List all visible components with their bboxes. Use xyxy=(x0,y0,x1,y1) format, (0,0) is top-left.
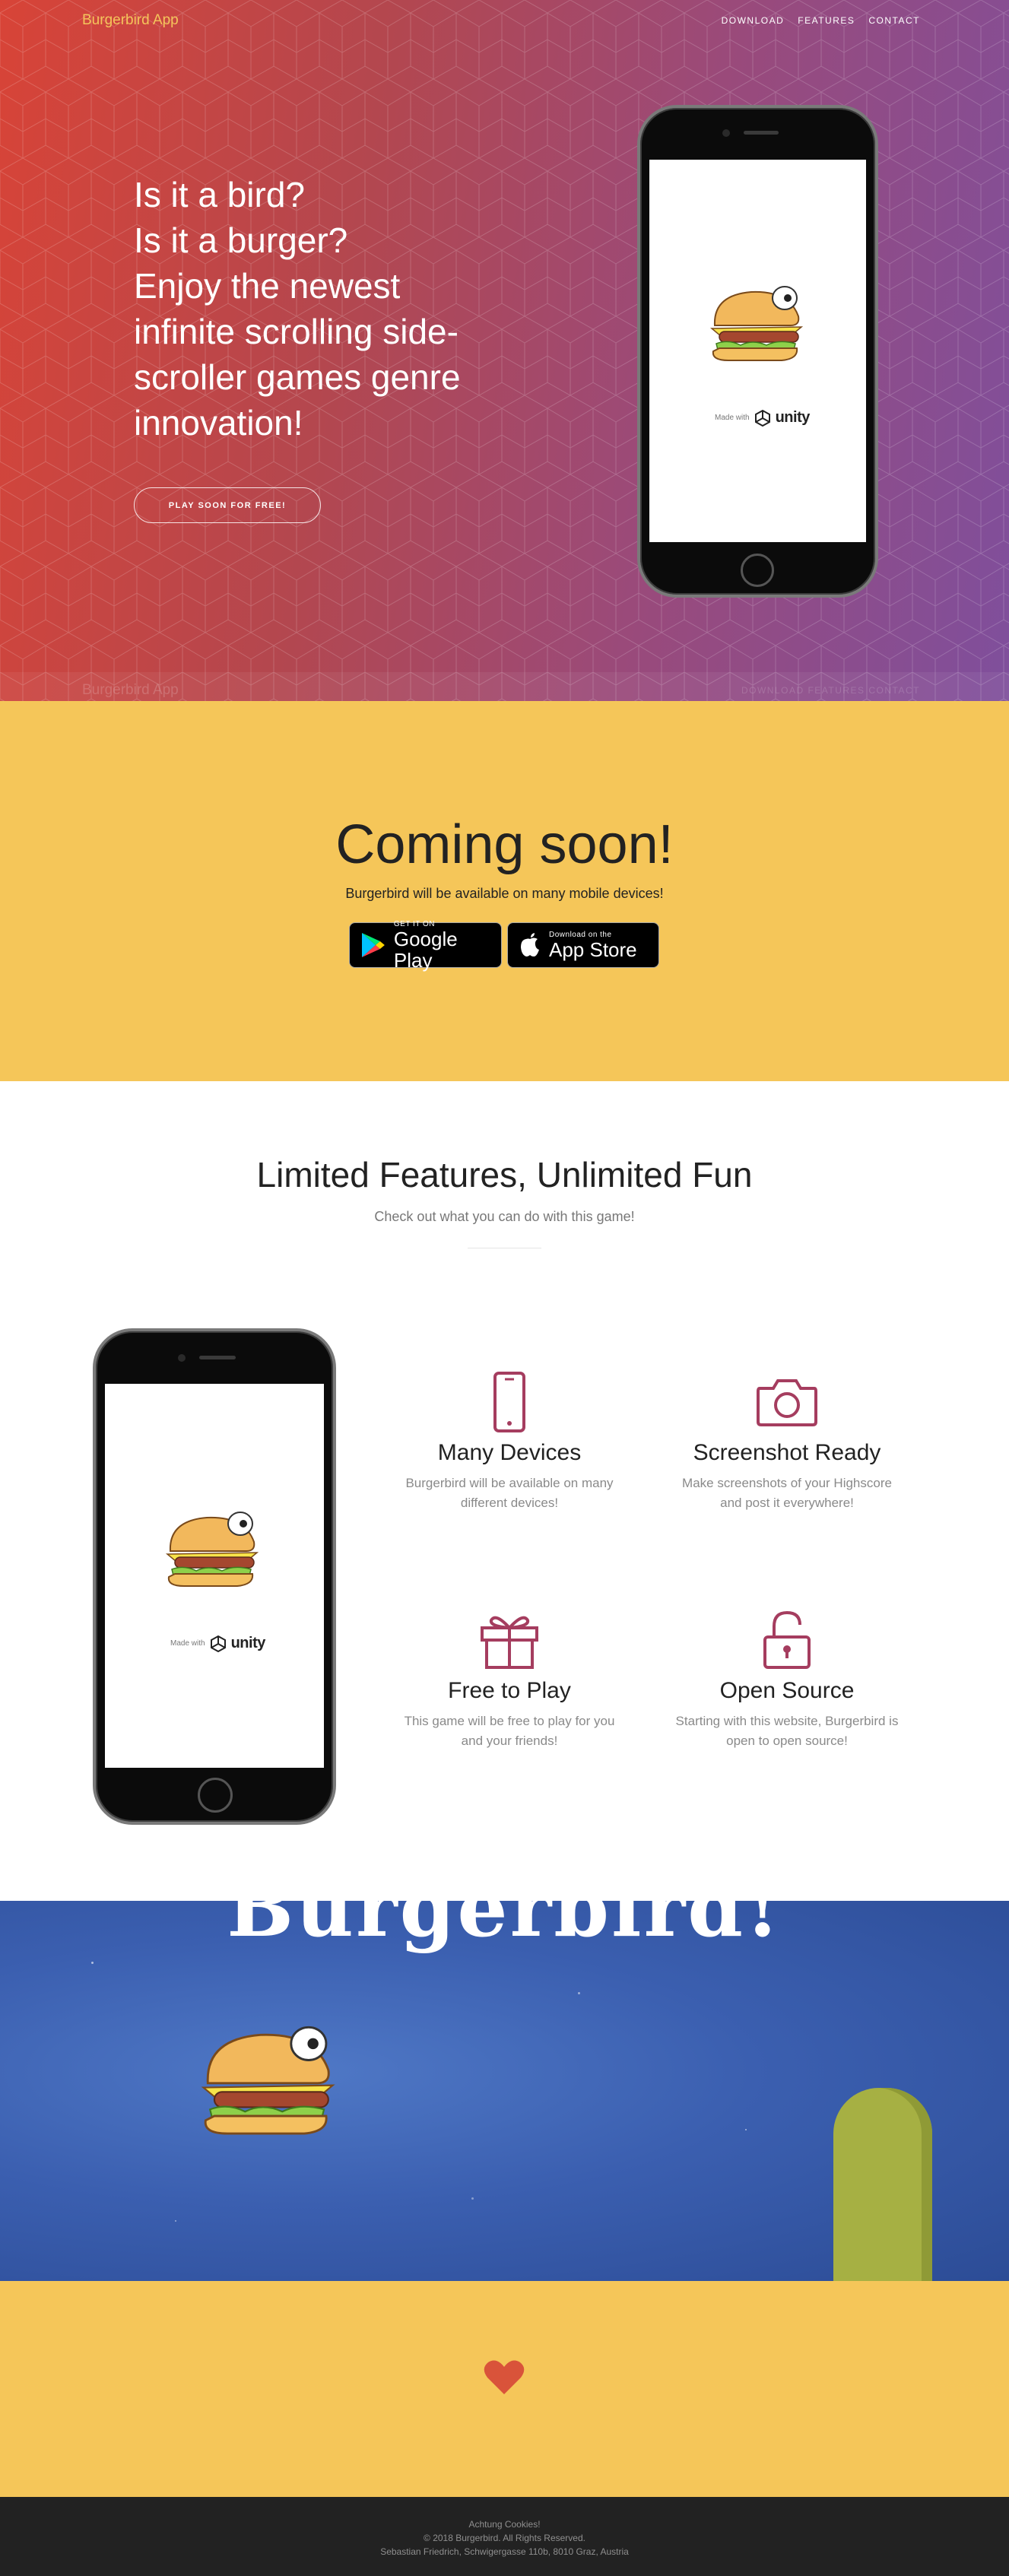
feature-text: Starting with this website, Burgerbird i… xyxy=(675,1714,899,1748)
made-with-label: Made with xyxy=(170,1639,205,1648)
phone-home-button xyxy=(198,1778,233,1813)
app-store-small-label: Download on the xyxy=(549,930,612,939)
phone-screen: Made with unity xyxy=(105,1384,324,1768)
phone-speaker xyxy=(744,131,779,135)
star-speck xyxy=(578,1992,580,1994)
google-play-button[interactable]: GET IT ON Google Play xyxy=(349,919,502,972)
hero-heading-line: infinite scrolling side- xyxy=(134,312,458,351)
hero-heading-line: Is it a burger? xyxy=(134,220,348,260)
feature-text: Burgerbird will be available on many dif… xyxy=(405,1476,614,1510)
pipe-obstacle xyxy=(833,2088,932,2281)
hero-heading: Is it a bird? Is it a burger? Enjoy the … xyxy=(134,172,499,446)
feature-text: This game will be free to play for you a… xyxy=(404,1714,615,1748)
camera-icon xyxy=(757,1379,817,1426)
nav-contact-link[interactable]: CONTACT xyxy=(868,15,920,26)
feature-free-to-play: Free to Play This game will be free to p… xyxy=(388,1610,631,1751)
heart-section xyxy=(0,2281,1009,2497)
star-speck xyxy=(175,2220,176,2222)
google-play-big-label: Google Play xyxy=(393,927,458,972)
top-navbar: Burgerbird App DOWNLOAD FEATURES CONTACT xyxy=(82,12,920,30)
hero-heading-line: Enjoy the newest xyxy=(134,266,401,306)
star-speck xyxy=(471,2197,474,2200)
app-store-button[interactable]: Download on the App Store xyxy=(507,922,659,968)
footer-cookies-link[interactable]: Achtung Cookies! xyxy=(0,2519,1009,2530)
download-section: Coming soon! Burgerbird will be availabl… xyxy=(0,701,1009,1081)
unlock-icon xyxy=(763,1610,811,1669)
hero-phone-mockup: Made with unity xyxy=(637,105,878,598)
feature-title: Screenshot Ready xyxy=(693,1440,881,1465)
features-section: Limited Features, Unlimited Fun Check ou… xyxy=(0,1081,1009,1901)
features-title: Limited Features, Unlimited Fun xyxy=(256,1155,753,1194)
features-phone-mockup: Made with unity xyxy=(93,1328,336,1825)
unity-logo-icon xyxy=(754,409,770,427)
feature-title: Open Source xyxy=(719,1678,855,1703)
gift-icon xyxy=(481,1616,538,1669)
feature-open-source: Open Source Starting with this website, … xyxy=(665,1610,909,1751)
coming-soon-title: Coming soon! xyxy=(335,814,674,875)
feature-title: Many Devices xyxy=(437,1440,582,1465)
phone-home-button xyxy=(741,554,774,587)
heart-icon xyxy=(484,2360,525,2394)
hero-heading-line: scroller games genre xyxy=(134,357,461,397)
hero-heading-line: Is it a bird? xyxy=(134,175,305,214)
footer: Achtung Cookies! © 2018 Burgerbird. All … xyxy=(0,2497,1009,2576)
nav-download-link[interactable]: DOWNLOAD xyxy=(722,15,785,26)
made-with-label: Made with xyxy=(715,414,750,422)
burgerbird-logo xyxy=(165,1512,259,1587)
feature-title: Free to Play xyxy=(448,1678,571,1703)
phone-icon xyxy=(493,1372,525,1432)
feature-many-devices: Many Devices Burgerbird will be availabl… xyxy=(388,1372,631,1513)
app-store-big-label: App Store xyxy=(549,937,637,961)
phone-speaker xyxy=(199,1356,236,1359)
made-with-unity-badge: Made with unity xyxy=(715,409,810,427)
feature-text: Make screenshots of your Highscore and p… xyxy=(682,1476,892,1510)
nav-links: DOWNLOAD FEATURES CONTACT xyxy=(722,15,920,26)
game-title-text: Burgerbird! xyxy=(227,1901,782,1955)
game-banner-section: Burgerbird! xyxy=(0,1901,1009,2281)
burgerbird-character xyxy=(201,2026,335,2135)
footer-copyright: © 2018 Burgerbird. All Rights Reserved. xyxy=(424,2533,585,2543)
footer-address: Sebastian Friedrich, Schwigergasse 110b,… xyxy=(380,2546,629,2557)
nav-features-link[interactable]: FEATURES xyxy=(798,15,855,26)
ghost-nav-links: DOWNLOAD FEATURES CONTACT xyxy=(741,685,920,696)
phone-screen: Made with unity xyxy=(649,160,866,542)
star-speck xyxy=(745,2129,747,2130)
apple-icon xyxy=(521,933,539,956)
made-with-unity-badge: Made with unity xyxy=(170,1635,265,1652)
brand-link[interactable]: Burgerbird App xyxy=(82,12,179,29)
google-play-icon xyxy=(361,933,385,957)
coming-soon-subtitle: Burgerbird will be available on many mob… xyxy=(345,886,664,901)
google-play-small-label: GET IT ON xyxy=(393,919,436,928)
hero-heading-line: innovation! xyxy=(134,403,303,443)
unity-label: unity xyxy=(230,1635,266,1651)
unity-label: unity xyxy=(775,409,811,426)
hero-section: Burgerbird App DOWNLOAD FEATURES CONTACT… xyxy=(0,0,1009,701)
features-subtitle: Check out what you can do with this game… xyxy=(374,1209,635,1224)
star-speck xyxy=(91,1962,94,1964)
play-soon-button[interactable]: PLAY SOON FOR FREE! xyxy=(134,487,321,523)
ghost-brand: Burgerbird App xyxy=(82,682,179,698)
feature-screenshot-ready: Screenshot Ready Make screenshots of you… xyxy=(665,1372,909,1513)
phone-camera xyxy=(178,1354,186,1362)
unity-logo-icon xyxy=(210,1635,226,1652)
burgerbird-logo xyxy=(709,286,804,361)
phone-camera xyxy=(722,129,730,137)
